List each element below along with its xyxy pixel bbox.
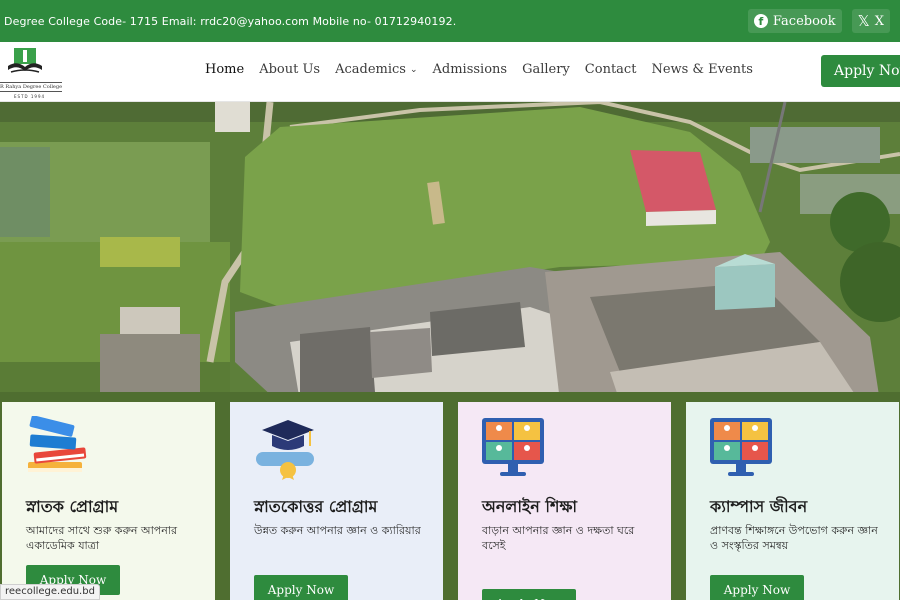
apply-now-button[interactable]: Apply Now [710, 575, 804, 600]
program-card-online-learning: অনলাইন শিক্ষা বাড়ান আপনার জ্ঞান ও দক্ষত… [458, 402, 671, 600]
video-conference-icon [482, 418, 544, 476]
card-description: বাড়ান আপনার জ্ঞান ও দক্ষতা ঘরে বসেই [482, 524, 635, 552]
x-label: X [874, 13, 884, 29]
apply-now-button[interactable]: Apply Now [254, 575, 348, 600]
facebook-icon: f [753, 14, 768, 28]
nav-item-admissions[interactable]: Admissions [433, 62, 508, 77]
facebook-link[interactable]: f Facebook [747, 9, 842, 33]
card-title: স্নাতকোত্তর প্রোগ্রাম [254, 497, 378, 516]
contact-info: Degree College Code- 1715 Email: rrdc20@… [4, 14, 457, 28]
apply-now-button[interactable]: Apply Now [821, 55, 900, 87]
college-name: R Rahya Degree College [0, 82, 62, 92]
college-emblem-icon [8, 48, 42, 73]
card-description: প্রাণবন্ত শিক্ষাঙ্গনে উপভোগ করুন জ্ঞান ও… [710, 524, 878, 552]
nav-item-gallery[interactable]: Gallery [522, 62, 570, 77]
program-card-undergraduate: স্নাতক প্রোগ্রাম আমাদের সাথে শুরু করুন আ… [2, 402, 215, 600]
social-links: f Facebook 𝕏 X [747, 9, 890, 33]
status-bar-url: reecollege.edu.bd [0, 584, 100, 600]
nav-item-academics-label: Academics [335, 62, 406, 77]
card-title: অনলাইন শিক্ষা [482, 497, 578, 516]
card-description: আমাদের সাথে শুরু করুন আপনার একাডেমিক যাত… [26, 524, 178, 552]
x-icon: 𝕏 [857, 12, 870, 30]
nav-item-news-events[interactable]: News & Events [651, 62, 753, 77]
card-title: স্নাতক প্রোগ্রাম [26, 497, 119, 516]
program-card-postgraduate: স্নাতকোত্তর প্রোগ্রাম উন্নত করুন আপনার জ… [230, 402, 443, 600]
books-icon [28, 416, 87, 472]
top-info-bar: Degree College Code- 1715 Email: rrdc20@… [0, 0, 900, 42]
estd-label: ESTD 1994 [14, 94, 46, 99]
nav-menu: Home About Us Academics ⌄ Admissions Gal… [205, 62, 768, 77]
nav-item-about-us[interactable]: About Us [259, 62, 320, 77]
card-title: ক্যাম্পাস জীবন [710, 497, 808, 516]
graduation-cap-icon [256, 420, 314, 480]
video-conference-icon [710, 418, 772, 476]
apply-now-button[interactable]: Apply Now [482, 589, 576, 600]
facebook-label: Facebook [772, 13, 836, 29]
chevron-down-icon: ⌄ [409, 64, 418, 75]
card-description: উন্নত করুন আপনার জ্ঞান ও ক্যারিয়ার [254, 524, 421, 537]
nav-item-contact[interactable]: Contact [585, 62, 637, 77]
main-navigation: R Rahya Degree College ESTD 1994 Home Ab… [0, 42, 900, 102]
x-link[interactable]: 𝕏 X [851, 9, 890, 33]
program-card-campus-life: ক্যাম্পাস জীবন প্রাণবন্ত শিক্ষাঙ্গনে উপভ… [686, 402, 899, 600]
nav-item-academics[interactable]: Academics ⌄ [335, 62, 417, 77]
nav-item-home[interactable]: Home [205, 62, 244, 77]
college-logo[interactable]: R Rahya Degree College ESTD 1994 [0, 46, 62, 100]
